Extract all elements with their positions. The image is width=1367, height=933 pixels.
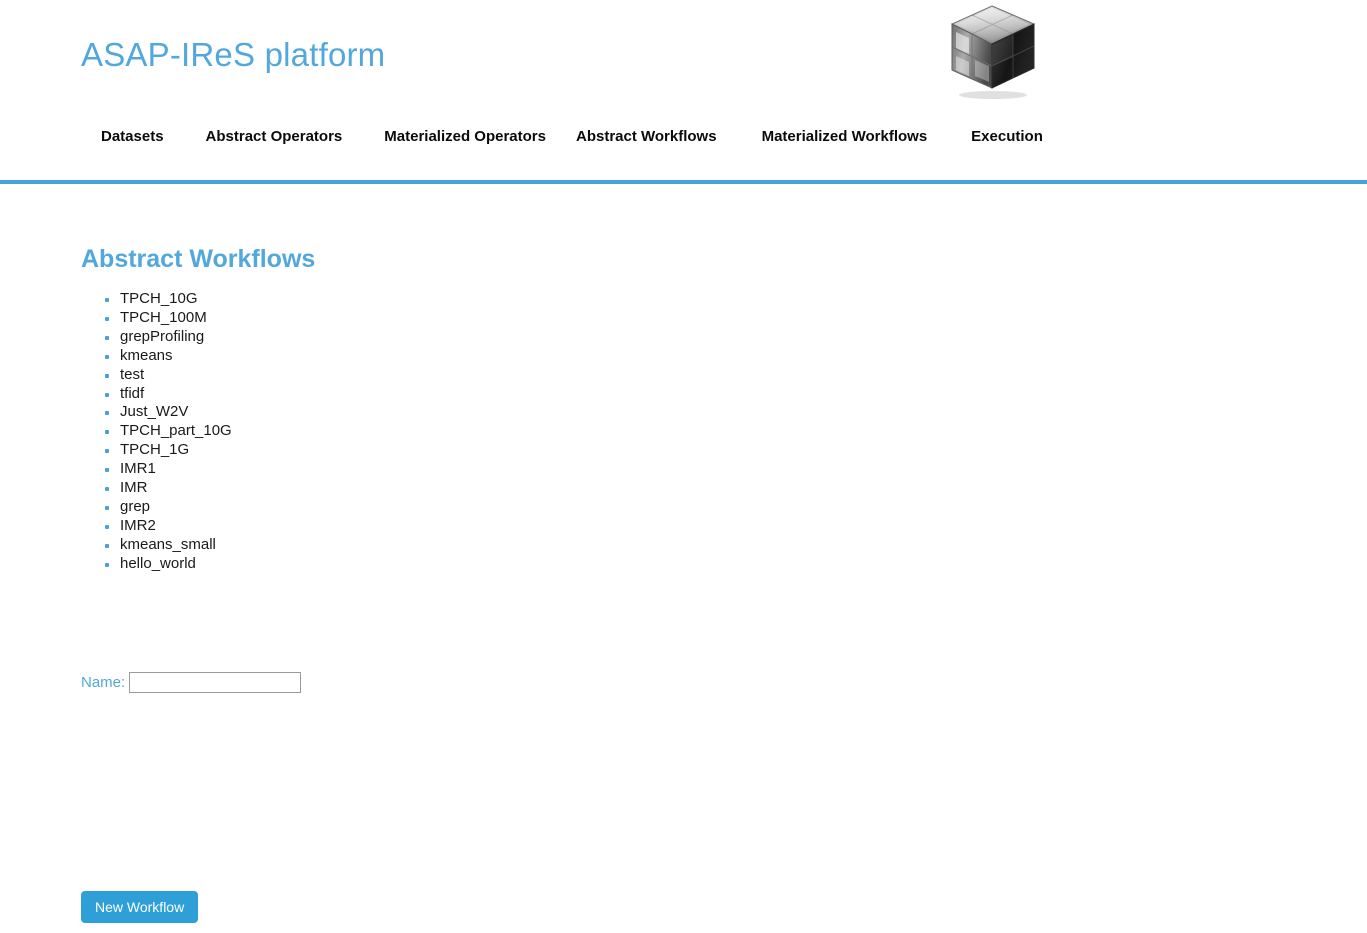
bullet-icon bbox=[105, 411, 109, 416]
nav-link-materialized-workflows[interactable]: Materialized Workflows bbox=[762, 128, 928, 145]
workflow-name: hello_world bbox=[120, 554, 196, 572]
nav-item-execution[interactable]: Execution bbox=[971, 128, 1043, 145]
list-item[interactable]: TPCH_100M bbox=[105, 308, 232, 328]
workflow-name: kmeans bbox=[120, 346, 173, 364]
list-item[interactable]: test bbox=[105, 365, 232, 385]
list-item[interactable]: IMR bbox=[105, 479, 232, 498]
page-header: ASAP-IReS platform Datasets Abstract Ope… bbox=[0, 0, 1367, 184]
name-label: Name: bbox=[81, 673, 126, 691]
workflow-name: IMR2 bbox=[120, 516, 156, 534]
list-item[interactable]: hello_world bbox=[105, 554, 232, 574]
nav-link-abstract-operators[interactable]: Abstract Operators bbox=[206, 128, 343, 145]
nav-link-abstract-workflows[interactable]: Abstract Workflows bbox=[576, 128, 717, 145]
page-title: Abstract Workflows bbox=[81, 245, 316, 273]
bullet-icon bbox=[105, 392, 109, 397]
name-input[interactable] bbox=[129, 672, 302, 693]
workflow-name: TPCH_10G bbox=[120, 290, 198, 307]
workflow-name: grep bbox=[120, 497, 151, 515]
nav-item-datasets[interactable]: Datasets bbox=[101, 128, 164, 145]
bullet-icon bbox=[105, 505, 109, 510]
nav-item-abstract-operators[interactable]: Abstract Operators bbox=[206, 128, 343, 145]
list-item[interactable]: IMR1 bbox=[105, 460, 232, 479]
bullet-icon bbox=[105, 354, 109, 359]
nav-link-execution[interactable]: Execution bbox=[971, 128, 1043, 145]
list-item[interactable]: kmeans bbox=[105, 346, 232, 366]
workflow-name: test bbox=[120, 365, 145, 383]
bullet-icon bbox=[105, 430, 109, 435]
bullet-icon bbox=[105, 316, 109, 321]
workflow-name: TPCH_part_10G bbox=[120, 422, 232, 440]
abstract-workflow-list: TPCH_10G TPCH_100M grepProfiling kmeans … bbox=[80, 290, 232, 574]
workflow-name: TPCH_100M bbox=[120, 308, 207, 326]
list-item[interactable]: TPCH_1G bbox=[105, 441, 232, 460]
new-workflow-form: Name: bbox=[81, 672, 302, 693]
new-workflow-button[interactable]: New Workflow bbox=[81, 891, 199, 923]
workflow-name: Just_W2V bbox=[120, 403, 189, 421]
list-item[interactable]: kmeans_small bbox=[105, 535, 232, 555]
bullet-icon bbox=[105, 524, 109, 529]
header-divider bbox=[0, 180, 1367, 184]
nav-link-materialized-operators[interactable]: Materialized Operators bbox=[384, 128, 546, 145]
bullet-icon bbox=[105, 298, 109, 302]
bullet-icon bbox=[105, 487, 109, 492]
brand-title: ASAP-IReS platform bbox=[81, 36, 386, 73]
bullet-icon bbox=[105, 543, 109, 548]
list-item[interactable]: TPCH_10G bbox=[105, 290, 232, 309]
main-navigation: Datasets Abstract Operators Materialized… bbox=[0, 128, 1367, 164]
workflow-name: grepProfiling bbox=[120, 327, 205, 345]
nav-list: Datasets Abstract Operators Materialized… bbox=[0, 128, 1367, 145]
list-item[interactable]: IMR2 bbox=[105, 516, 232, 536]
nav-item-materialized-operators[interactable]: Materialized Operators bbox=[384, 128, 546, 145]
bullet-icon bbox=[105, 373, 109, 378]
list-item[interactable]: grepProfiling bbox=[105, 327, 232, 347]
bullet-icon bbox=[105, 562, 109, 567]
list-item[interactable]: TPCH_part_10G bbox=[105, 422, 232, 441]
workflow-name: IMR bbox=[120, 479, 148, 497]
bullet-icon bbox=[105, 449, 109, 454]
workflow-name: kmeans_small bbox=[120, 535, 216, 553]
bullet-icon bbox=[105, 468, 109, 473]
workflow-name: tfidf bbox=[120, 384, 145, 402]
nav-item-abstract-workflows[interactable]: Abstract Workflows bbox=[576, 128, 717, 145]
list-item[interactable]: tfidf bbox=[105, 384, 232, 404]
nav-item-materialized-workflows[interactable]: Materialized Workflows bbox=[762, 128, 928, 145]
nav-link-datasets[interactable]: Datasets bbox=[101, 128, 164, 145]
list-item[interactable]: grep bbox=[105, 497, 232, 517]
workflow-name: IMR1 bbox=[120, 460, 156, 478]
bullet-icon bbox=[105, 335, 109, 340]
cube-logo-icon bbox=[945, 2, 1040, 100]
list-item[interactable]: Just_W2V bbox=[105, 403, 232, 422]
workflow-name: TPCH_1G bbox=[120, 441, 190, 459]
